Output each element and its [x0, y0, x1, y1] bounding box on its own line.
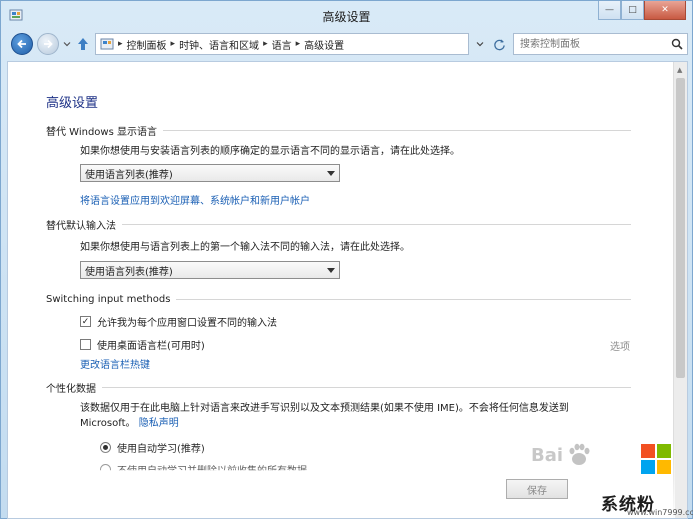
desktop-language-bar-checkbox[interactable]	[80, 339, 91, 350]
baidu-paw-icon	[569, 443, 590, 465]
input-method-select[interactable]: 使用语言列表(推荐)	[80, 261, 340, 279]
switching-input-methods-section: Switching input methods	[46, 294, 631, 305]
input-method-description: 如果你想使用与语言列表上的第一个输入法不同的输入法，请在此处选择。	[80, 242, 410, 253]
per-app-input-method-row[interactable]: ✓ 允许我为每个应用窗口设置不同的输入法	[80, 314, 277, 329]
recent-pages-chevron-down-icon[interactable]	[63, 40, 71, 48]
desktop-language-bar-row[interactable]: 使用桌面语言栏(可用时)	[80, 337, 205, 352]
logo-red-square	[641, 444, 655, 458]
chevron-down-icon	[476, 42, 484, 47]
window-title: 高级设置	[322, 10, 371, 24]
breadcrumb-separator[interactable]: ▸	[118, 39, 123, 49]
auto-learning-radio[interactable]	[100, 442, 111, 453]
section-heading: 个性化数据	[46, 384, 96, 395]
forward-button[interactable]	[37, 33, 59, 55]
save-button[interactable]: 保存	[506, 479, 568, 499]
select-value: 使用语言列表(推荐)	[85, 266, 173, 278]
logo-yellow-square	[657, 460, 671, 474]
control-panel-icon	[9, 8, 23, 22]
checkbox-label[interactable]: 使用桌面语言栏(可用时)	[97, 337, 205, 352]
divider	[163, 130, 631, 131]
address-bar[interactable]: ▸ 控制面板 ▸ 时钟、语言和区域 ▸ 语言 ▸ 高级设置	[95, 33, 469, 55]
page-title: 高级设置	[46, 96, 99, 111]
select-value: 使用语言列表(推荐)	[85, 169, 173, 181]
breadcrumb-advanced-settings[interactable]: 高级设置	[304, 37, 344, 52]
paragraph-text: Microsoft。	[80, 418, 136, 429]
dropdown-arrow-icon	[327, 171, 335, 176]
search-box[interactable]	[513, 33, 688, 55]
disable-auto-learning-radio-row[interactable]: 不使用自动学习并删除以前收集的所有数据	[100, 462, 307, 471]
logo-green-square	[657, 444, 671, 458]
back-button[interactable]	[11, 33, 33, 55]
up-arrow-icon[interactable]	[75, 36, 91, 52]
scrollbar-thumb[interactable]	[676, 78, 685, 378]
search-input[interactable]	[514, 34, 664, 54]
apply-language-settings-link[interactable]: 将语言设置应用到欢迎屏幕、系统帐户和新用户帐户	[80, 192, 310, 207]
windows-logo-icon	[641, 444, 671, 474]
navigation-bar: ▸ 控制面板 ▸ 时钟、语言和区域 ▸ 语言 ▸ 高级设置	[7, 32, 688, 56]
arrow-left-icon	[17, 39, 26, 49]
control-panel-window: 高级设置 — □ ✕ ▸ 控制面板 ▸ 时钟、语言和区域 ▸ 语言 ▸ 高级设置	[0, 0, 693, 519]
section-heading: 替代默认输入法	[46, 221, 116, 232]
divider	[102, 387, 631, 388]
close-button[interactable]: ✕	[644, 1, 686, 20]
paragraph-line: 该数据仅用于在此电脑上针对语言来改进手写识别以及文本预测结果(如果不使用 IME…	[80, 403, 569, 414]
refresh-button[interactable]	[490, 33, 508, 55]
paragraph-line-2: Microsoft。 隐私声明	[80, 416, 620, 431]
change-language-bar-hotkeys-link[interactable]: 更改语言栏热键	[80, 356, 150, 371]
language-bar-options-link[interactable]: 选项	[610, 338, 630, 353]
input-method-section: 替代默认输入法	[46, 217, 631, 232]
dropdown-arrow-icon	[327, 268, 335, 273]
minimize-button[interactable]: —	[598, 1, 621, 20]
divider	[122, 224, 631, 225]
brand-url: www.win7999.com	[627, 508, 693, 517]
section-heading: Switching input methods	[46, 294, 171, 305]
breadcrumb-control-panel[interactable]: 控制面板	[127, 37, 167, 52]
checkbox-label[interactable]: 允许我为每个应用窗口设置不同的输入法	[97, 314, 277, 329]
disable-auto-learning-radio[interactable]	[100, 464, 111, 471]
control-panel-location-icon	[100, 38, 114, 50]
auto-learning-radio-row[interactable]: 使用自动学习(推荐)	[100, 440, 205, 455]
breadcrumb-separator[interactable]: ▸	[171, 39, 176, 49]
breadcrumb-separator[interactable]: ▸	[296, 39, 301, 49]
per-app-input-method-checkbox[interactable]: ✓	[80, 316, 91, 327]
personalization-data-section: 个性化数据	[46, 380, 631, 395]
privacy-statement-link[interactable]: 隐私声明	[139, 418, 179, 429]
baidu-watermark-text: Bai	[531, 444, 564, 466]
radio-label[interactable]: 不使用自动学习并删除以前收集的所有数据	[117, 462, 307, 470]
scroll-up-arrow-icon[interactable]: ▲	[677, 66, 682, 74]
breadcrumb-language[interactable]: 语言	[272, 37, 292, 52]
breadcrumb-separator[interactable]: ▸	[263, 39, 268, 49]
display-language-select[interactable]: 使用语言列表(推荐)	[80, 164, 340, 182]
baidu-watermark: Bai	[531, 438, 617, 472]
radio-selected-dot	[103, 445, 108, 450]
breadcrumb-clock-language-region[interactable]: 时钟、语言和区域	[179, 37, 259, 52]
arrow-right-icon	[44, 39, 53, 49]
personalization-description: 该数据仅用于在此电脑上针对语言来改进手写识别以及文本预测结果(如果不使用 IME…	[80, 401, 620, 431]
logo-blue-square	[641, 460, 655, 474]
address-history-button[interactable]	[472, 33, 488, 55]
window-controls: — □ ✕	[598, 1, 686, 21]
title-bar[interactable]: 高级设置 — □ ✕	[1, 1, 692, 31]
radio-label[interactable]: 使用自动学习(推荐)	[117, 440, 205, 455]
search-icon[interactable]	[671, 38, 683, 50]
display-language-description: 如果你想使用与安装语言列表的顺序确定的显示语言不同的显示语言，请在此处选择。	[80, 146, 460, 157]
maximize-button[interactable]: □	[621, 1, 644, 20]
display-language-section: 替代 Windows 显示语言	[46, 123, 631, 138]
divider	[176, 299, 631, 300]
section-heading: 替代 Windows 显示语言	[46, 127, 157, 138]
refresh-icon	[493, 38, 505, 50]
